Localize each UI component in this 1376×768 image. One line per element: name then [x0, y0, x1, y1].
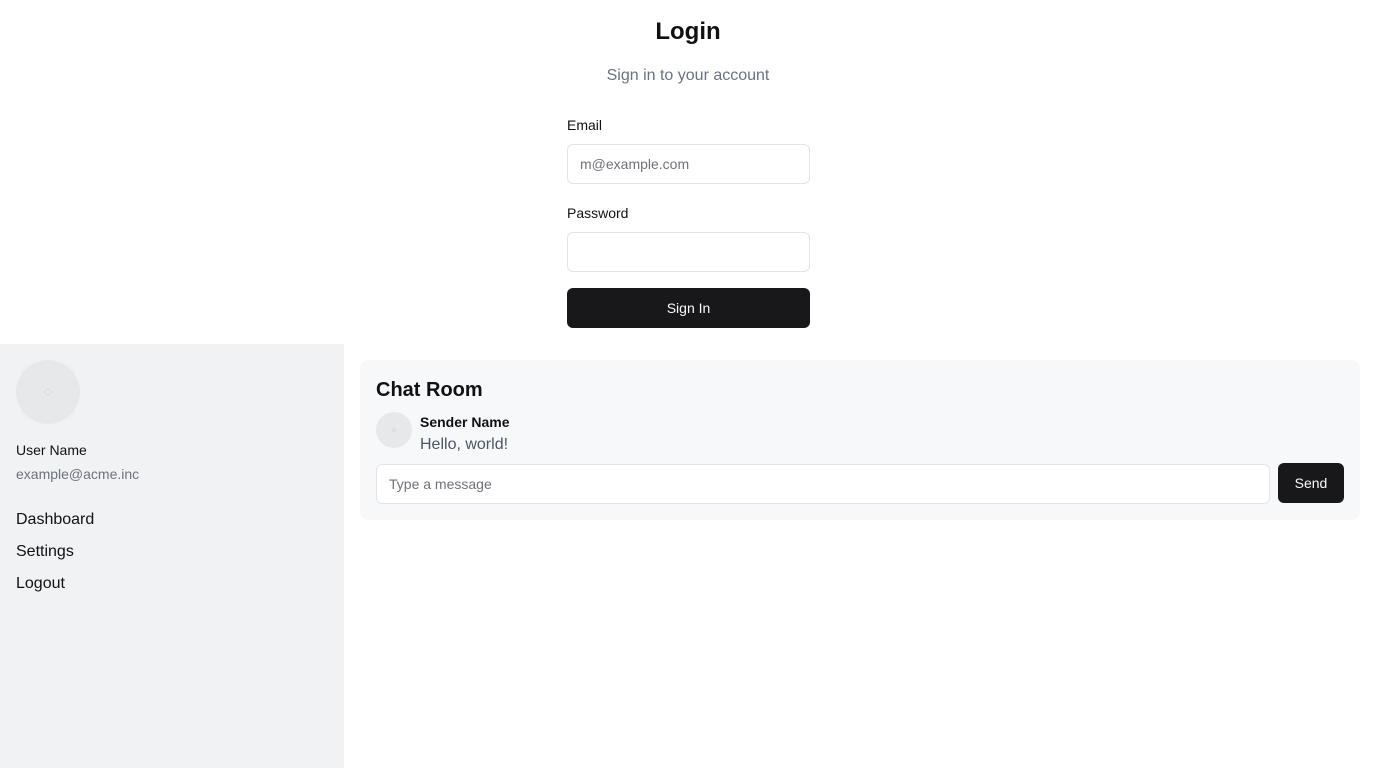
email-field[interactable]: [567, 144, 810, 184]
message-input[interactable]: [376, 464, 1270, 504]
user-name: User Name: [16, 442, 87, 458]
sidebar-item-settings[interactable]: Settings: [16, 540, 94, 572]
sidebar-nav: Dashboard Settings Logout: [16, 508, 94, 604]
avatar-placeholder-icon: [392, 428, 396, 432]
sidebar: User Name example@acme.inc Dashboard Set…: [0, 344, 344, 768]
sidebar-item-logout[interactable]: Logout: [16, 572, 94, 604]
message-avatar: [376, 412, 412, 448]
password-label: Password: [567, 205, 629, 221]
user-avatar[interactable]: [16, 360, 80, 424]
avatar-placeholder-icon: [45, 389, 51, 395]
email-label: Email: [567, 117, 603, 133]
password-field[interactable]: [567, 232, 810, 272]
chat-title: Chat Room: [376, 379, 483, 401]
message-sender: Sender Name: [420, 414, 510, 430]
login-subtitle: Sign in to your account: [606, 67, 770, 84]
sidebar-item-dashboard[interactable]: Dashboard: [16, 508, 94, 540]
chat-room-panel: Chat Room Sender Name Hello, world! Send: [360, 360, 1360, 520]
user-email: example@acme.inc: [16, 466, 140, 482]
login-section: Login Sign in to your account Email Pass…: [0, 0, 1376, 344]
message-text: Hello, world!: [420, 436, 509, 453]
login-title: Login: [655, 18, 721, 45]
send-button[interactable]: Send: [1278, 463, 1344, 503]
sign-in-button[interactable]: Sign In: [567, 288, 810, 328]
